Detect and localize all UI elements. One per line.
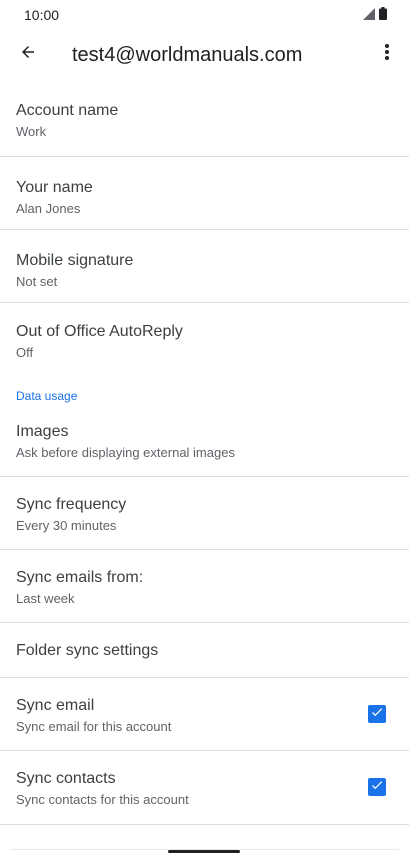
- pref-summary: Last week: [16, 591, 75, 606]
- signal-icon: [363, 7, 375, 25]
- pref-summary: Ask before displaying external images: [16, 445, 235, 460]
- back-arrow-icon: [19, 43, 37, 66]
- pref-title: Out of Office AutoReply: [16, 323, 183, 340]
- gesture-handle[interactable]: [168, 850, 240, 853]
- settings-screen: 10:00 test4@worldmanuals.com Account nam…: [0, 0, 409, 864]
- pref-images[interactable]: Images Ask before displaying external im…: [0, 417, 409, 477]
- pref-title: Sync emails from:: [16, 569, 144, 586]
- back-button[interactable]: [12, 38, 44, 70]
- system-nav-bar: [0, 844, 409, 864]
- pref-sync-frequency[interactable]: Sync frequency Every 30 minutes: [0, 477, 409, 550]
- pref-summary: Every 30 minutes: [16, 518, 117, 533]
- checkbox-checked-icon: [370, 778, 384, 797]
- battery-icon: [379, 7, 387, 25]
- page-title: test4@worldmanuals.com: [72, 44, 303, 66]
- pref-summary: Off: [16, 345, 34, 360]
- category-data-usage: Data usage: [0, 389, 409, 417]
- pref-summary: Alan Jones: [16, 201, 81, 216]
- pref-title: Sync frequency: [16, 496, 127, 513]
- status-icons: [363, 7, 387, 25]
- pref-mobile-signature[interactable]: Mobile signature Not set: [0, 230, 409, 303]
- status-bar: 10:00: [0, 0, 409, 30]
- category-label: Data usage: [16, 389, 78, 403]
- pref-title: Account name: [16, 102, 119, 119]
- app-bar: test4@worldmanuals.com: [0, 30, 409, 82]
- status-time: 10:00: [24, 7, 60, 23]
- pref-title: Folder sync settings: [16, 642, 159, 659]
- pref-your-name[interactable]: Your name Alan Jones: [0, 157, 409, 230]
- pref-out-of-office[interactable]: Out of Office AutoReply Off: [0, 303, 409, 391]
- pref-title: Mobile signature: [16, 252, 134, 269]
- pref-summary: Sync contacts for this account: [16, 792, 189, 807]
- pref-sync-emails-from[interactable]: Sync emails from: Last week: [0, 550, 409, 623]
- more-vert-icon: [384, 43, 390, 66]
- pref-folder-sync-settings[interactable]: Folder sync settings: [0, 623, 409, 678]
- pref-title: Images: [16, 423, 69, 440]
- pref-summary: Work: [16, 124, 47, 139]
- pref-title: Sync email: [16, 697, 95, 714]
- pref-summary: Not set: [16, 274, 58, 289]
- pref-sync-email[interactable]: Sync email Sync email for this account: [0, 678, 409, 751]
- more-options-button[interactable]: [375, 38, 399, 70]
- sync-contacts-checkbox[interactable]: [368, 778, 386, 796]
- pref-summary: Sync email for this account: [16, 719, 172, 734]
- pref-title: Sync contacts: [16, 770, 116, 787]
- checkbox-checked-icon: [370, 705, 384, 724]
- settings-list: Account name Work Your name Alan Jones M…: [0, 80, 409, 825]
- pref-account-name[interactable]: Account name Work: [0, 80, 409, 157]
- pref-sync-contacts[interactable]: Sync contacts Sync contacts for this acc…: [0, 751, 409, 825]
- sync-email-checkbox[interactable]: [368, 705, 386, 723]
- pref-title: Your name: [16, 179, 93, 196]
